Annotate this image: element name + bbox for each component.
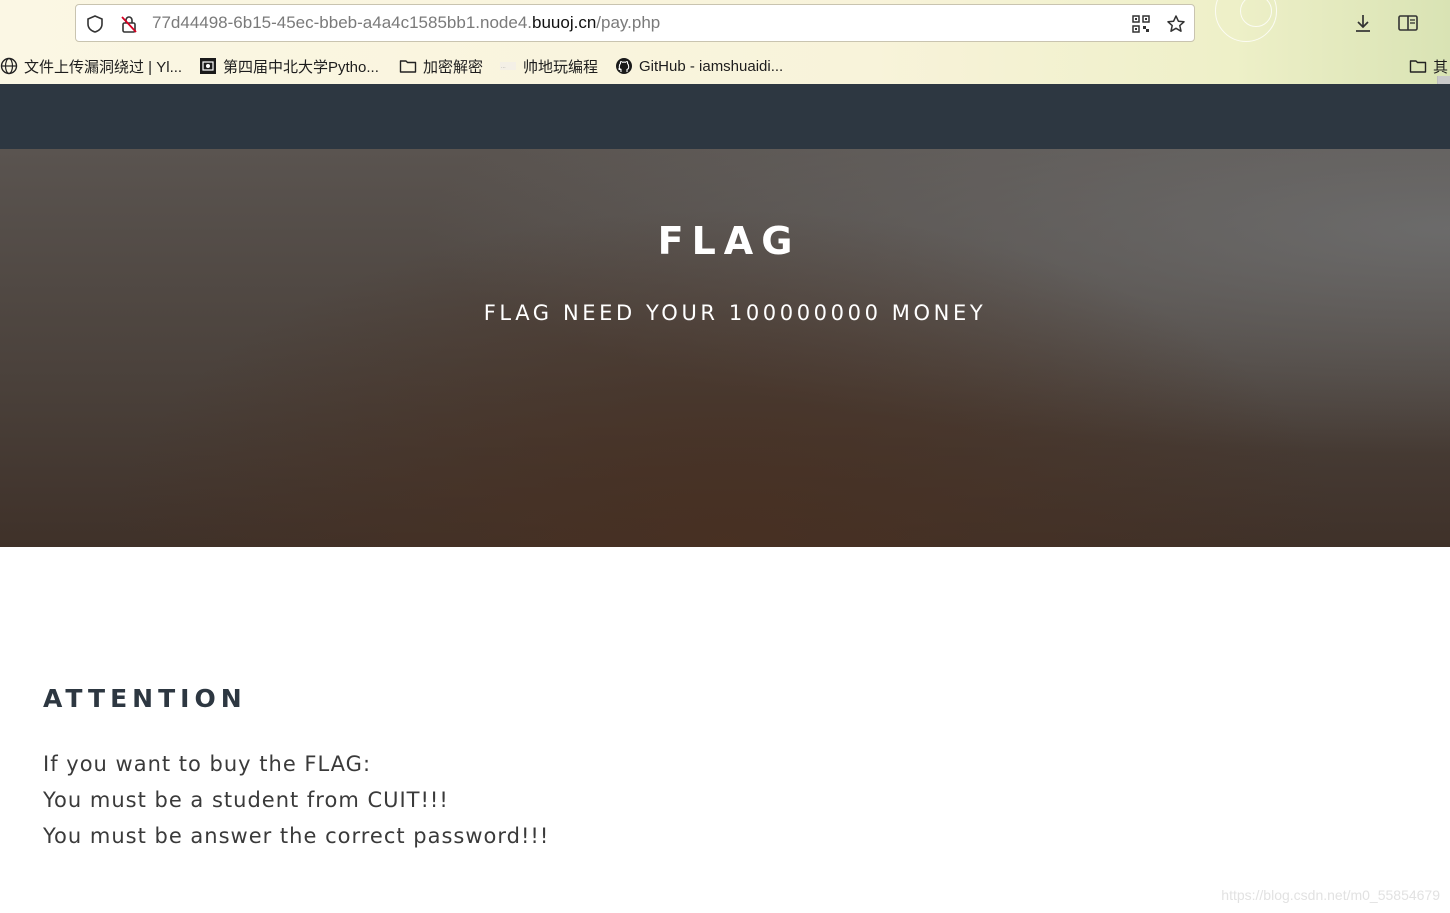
bookmark-item[interactable]: 其 xyxy=(1409,55,1448,77)
hero-subtitle: FLAG NEED YOUR 100000000 MONEY xyxy=(483,301,987,325)
bookmark-label: 其 xyxy=(1433,58,1449,76)
attention-line: If you want to buy the FLAG: xyxy=(43,752,372,776)
bookmark-label: 文件上传漏洞绕过 | Yl... xyxy=(24,58,183,76)
bookmark-item[interactable]: 加密解密 xyxy=(399,55,483,77)
reader-view-icon[interactable] xyxy=(1397,12,1419,34)
bookmark-label: GitHub - iamshuaidi... xyxy=(639,57,784,75)
bookmarks-bar: 文件上传漏洞绕过 | Yl... 第四届中北大学Pytho... 加密解密 ..… xyxy=(0,52,1450,80)
browser-toolbar: 77d44498-6b15-45ec-bbeb-a4a4c1585bb1.nod… xyxy=(0,0,1450,85)
bookmark-label: 加密解密 xyxy=(423,58,484,76)
attention-heading: ATTENTION xyxy=(43,684,247,713)
url-host: buuoj.cn xyxy=(532,13,597,32)
url-prefix: 77d44498-6b15-45ec-bbeb-a4a4c1585bb1.nod… xyxy=(152,13,533,32)
site-logo-icon xyxy=(199,57,217,75)
watermark: https://blog.csdn.net/m0_55854679 xyxy=(1221,887,1440,903)
bookmark-item[interactable]: GitHub - iamshuaidi... xyxy=(615,55,783,77)
bookmark-label: 帅地玩编程 xyxy=(523,58,599,76)
attention-line: You must be a student from CUIT!!! xyxy=(43,788,449,812)
folder-icon xyxy=(399,57,417,75)
bookmark-item[interactable]: ... 帅地玩编程 xyxy=(499,55,598,77)
globe-icon xyxy=(0,57,18,75)
attention-line: You must be answer the correct password!… xyxy=(43,824,550,848)
url-path: /pay.php xyxy=(596,13,661,32)
insecure-lock-icon[interactable] xyxy=(119,14,139,34)
github-icon xyxy=(615,57,633,75)
bookmark-item[interactable]: 文件上传漏洞绕过 | Yl... xyxy=(0,55,182,77)
site-navbar xyxy=(0,84,1450,149)
bookmark-star-icon[interactable] xyxy=(1166,14,1186,34)
site-logo-icon: ... xyxy=(499,57,517,75)
hero-banner: FLAG FLAG NEED YOUR 100000000 MONEY xyxy=(0,149,1450,547)
bookmark-item[interactable]: 第四届中北大学Pytho... xyxy=(199,55,379,77)
url-text[interactable]: 77d44498-6b15-45ec-bbeb-a4a4c1585bb1.nod… xyxy=(152,13,660,33)
bookmark-label: 第四届中北大学Pytho... xyxy=(223,58,379,76)
attention-text: If you want to buy the FLAG: You must be… xyxy=(43,748,549,856)
hero-title: FLAG xyxy=(657,219,801,263)
svg-text:...: ... xyxy=(501,64,506,70)
address-bar[interactable]: 77d44498-6b15-45ec-bbeb-a4a4c1585bb1.nod… xyxy=(75,4,1195,42)
shield-icon[interactable] xyxy=(85,14,105,34)
download-icon[interactable] xyxy=(1352,12,1374,34)
folder-icon xyxy=(1409,57,1427,75)
qr-code-icon[interactable] xyxy=(1131,14,1151,34)
